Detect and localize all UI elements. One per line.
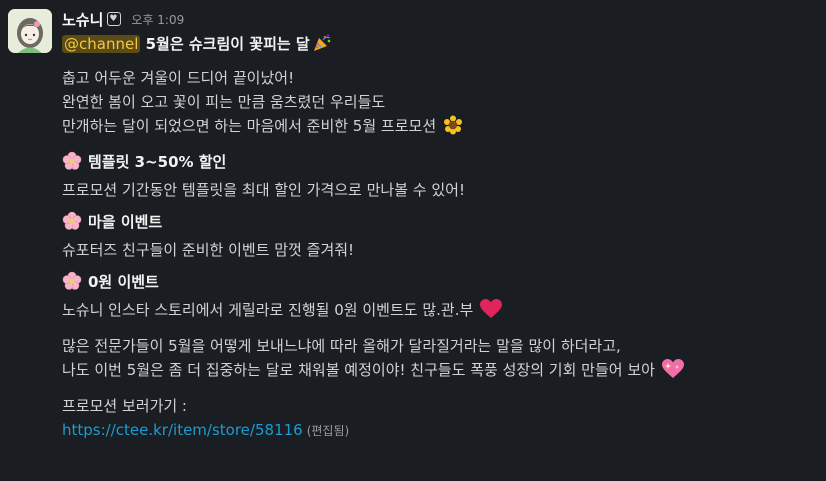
section-discount: 템플릿 3~50% 할인 프로모션 기간동안 템플릿을 최대 할인 가격으로 만… xyxy=(62,150,818,202)
message: 노슈니 오후 1:09 @channel 5월은 슈크림이 꽃피는 달 춥고 어… xyxy=(0,0,826,481)
outro-line: 많은 전문가들이 5월을 어떻게 보내느냐에 따라 올해가 달라질거라는 말을 … xyxy=(62,337,621,355)
timestamp[interactable]: 오후 1:09 xyxy=(131,11,184,28)
avatar[interactable] xyxy=(8,9,52,53)
sender-name[interactable]: 노슈니 xyxy=(62,9,103,30)
message-headline: @channel 5월은 슈크림이 꽃피는 달 xyxy=(62,32,818,60)
sunflower-icon xyxy=(443,115,463,142)
outro-line: 나도 이번 5월은 좀 더 집중하는 달로 채워볼 예정이야! 친구들도 폭풍 … xyxy=(62,358,818,386)
section-village-event: 마을 이벤트 슈포터즈 친구들이 준비한 이벤트 맘껏 즐겨줘! xyxy=(62,210,818,262)
status-badge-icon xyxy=(107,12,122,26)
section-body: 노슈니 인스타 스토리에서 게릴라로 진행될 0원 이벤트도 많.관.부 xyxy=(62,298,818,326)
cta-label: 프로모션 보러가기 : xyxy=(62,397,187,415)
party-popper-icon xyxy=(312,33,332,60)
red-heart-icon xyxy=(480,299,503,326)
sparkling-heart-icon xyxy=(661,359,684,386)
edited-label: (편집됨) xyxy=(306,424,350,438)
section-title: 0원 이벤트 xyxy=(62,270,818,298)
intro-line: 만개하는 달이 되었으면 하는 마음에서 준비한 5월 프로모션 xyxy=(62,114,818,142)
cta-paragraph: 프로모션 보러가기 : https://ctee.kr/item/store/5… xyxy=(62,394,818,443)
section-body: 프로모션 기간동안 템플릿을 최대 할인 가격으로 만나볼 수 있어! xyxy=(62,181,465,199)
cherry-blossom-icon xyxy=(62,271,82,298)
promotion-link[interactable]: https://ctee.kr/item/store/58116 xyxy=(62,421,303,439)
outro-paragraph: 많은 전문가들이 5월을 어떻게 보내느냐에 따라 올해가 달라질거라는 말을 … xyxy=(62,334,818,386)
section-zero-event: 0원 이벤트 노슈니 인스타 스토리에서 게릴라로 진행될 0원 이벤트도 많.… xyxy=(62,270,818,326)
intro-paragraph: 춥고 어두운 겨울이 드디어 끝이났어! 완연한 봄이 오고 꽃이 피는 만큼 … xyxy=(62,66,818,142)
section-title: 템플릿 3~50% 할인 xyxy=(62,150,818,178)
intro-line: 춥고 어두운 겨울이 드디어 끝이났어! xyxy=(62,69,295,87)
section-title: 마을 이벤트 xyxy=(62,210,818,238)
section-body: 슈포터즈 친구들이 준비한 이벤트 맘껏 즐겨줘! xyxy=(62,241,355,259)
channel-mention[interactable]: @channel xyxy=(62,35,141,53)
cherry-blossom-icon xyxy=(62,211,82,238)
cherry-blossom-icon xyxy=(62,151,82,178)
intro-line: 완연한 봄이 오고 꽃이 피는 만큼 움츠렸던 우리들도 xyxy=(62,93,386,111)
link-line: https://ctee.kr/item/store/58116 (편집됨) xyxy=(62,418,818,443)
headline-text: 5월은 슈크림이 꽃피는 달 xyxy=(145,35,310,53)
